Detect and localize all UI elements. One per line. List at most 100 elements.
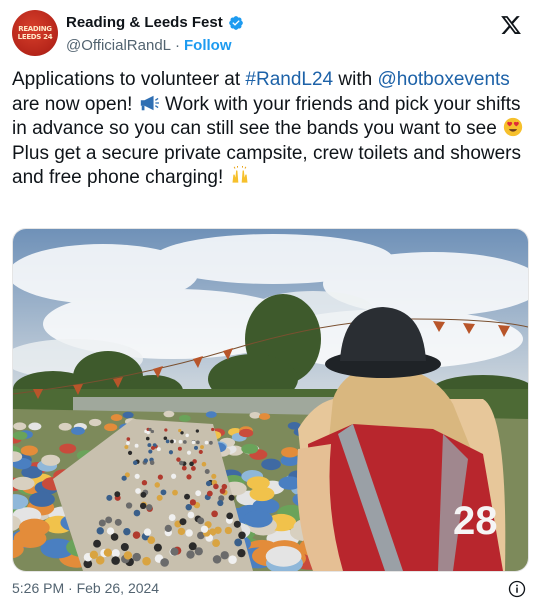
- tent: [281, 447, 299, 458]
- crowd-person: [103, 548, 112, 557]
- crowd-person: [153, 543, 162, 552]
- crowd-person: [212, 539, 221, 548]
- crowd-person: [123, 551, 133, 560]
- crowd-person: [213, 483, 219, 490]
- tweet-text: Applications to volunteer at #RandL24 wi…: [12, 68, 528, 191]
- tweet-text-part-3: are now open!: [12, 93, 138, 115]
- heart-eyes-icon: [503, 117, 523, 137]
- crowd-person: [149, 460, 155, 465]
- crowd-person: [132, 531, 141, 539]
- info-icon[interactable]: [508, 580, 526, 598]
- mention-link[interactable]: @hotboxevents: [377, 69, 509, 90]
- crowd-person: [198, 449, 203, 455]
- handle-separator: ·: [175, 37, 180, 54]
- crowd-person: [134, 443, 139, 448]
- crowd-person: [205, 480, 212, 487]
- vest-number: 28: [453, 499, 498, 543]
- crowd-person: [197, 517, 205, 525]
- crowd-person: [187, 511, 195, 519]
- crowd-person: [139, 502, 147, 510]
- crowd-person: [224, 526, 233, 535]
- crowd-person: [111, 549, 120, 558]
- crowd-person: [160, 489, 167, 496]
- tweet-text-part-5: Plus get a secure private campsite, crew…: [12, 142, 522, 189]
- crowd-person: [126, 441, 130, 445]
- crowd-person: [163, 436, 168, 441]
- avatar[interactable]: READING LEEDS 24: [12, 10, 58, 56]
- crowd-person: [228, 494, 235, 501]
- avatar-text-bottom: LEEDS 24: [17, 33, 53, 41]
- author-handle[interactable]: @OfficialRandL: [66, 37, 171, 54]
- author-name-row: Reading & Leeds Fest: [66, 14, 244, 31]
- crowd-person: [211, 510, 218, 518]
- tweet-timestamp[interactable]: 5:26 PM · Feb 26, 2024: [12, 580, 159, 596]
- crowd-person: [154, 482, 161, 488]
- crowd-person: [181, 465, 187, 471]
- crowd-person: [143, 528, 152, 536]
- x-logo-icon[interactable]: [500, 14, 522, 36]
- crowd-person: [206, 490, 213, 497]
- tent: [28, 422, 42, 431]
- tent: [59, 443, 77, 454]
- crowd-person: [185, 433, 189, 438]
- crowd-person: [157, 474, 163, 480]
- tent: [163, 410, 175, 418]
- crowd-person: [178, 439, 183, 444]
- crowd-person: [186, 550, 195, 559]
- crowd-person: [212, 555, 222, 564]
- crowd-person: [121, 475, 127, 481]
- tweet-text-part-1: Applications to volunteer at: [12, 69, 246, 90]
- crowd-person: [124, 445, 129, 450]
- crowd-person: [164, 524, 172, 533]
- crowd-person: [134, 473, 140, 479]
- crowd-person: [98, 519, 106, 527]
- crowd-person: [209, 440, 213, 445]
- tweet-text-part-2: with: [333, 69, 373, 90]
- crowd-person: [185, 503, 192, 511]
- crowd-person: [168, 514, 176, 521]
- tent: [265, 545, 302, 567]
- crowd-person: [132, 552, 141, 562]
- crowd-person: [184, 493, 191, 500]
- crowd-person: [238, 531, 246, 540]
- crowd-person: [237, 549, 246, 558]
- crowd-person: [204, 440, 209, 445]
- author-handle-row: @OfficialRandL · Follow: [66, 37, 232, 54]
- tent: [58, 422, 72, 431]
- crowd-person: [147, 443, 152, 448]
- crowd-person: [168, 450, 174, 455]
- tent: [104, 423, 118, 432]
- crowd-person: [170, 439, 174, 444]
- tent: [246, 476, 270, 490]
- author-display-name[interactable]: Reading & Leeds Fest: [66, 14, 223, 31]
- crowd-person: [106, 494, 113, 501]
- hashtag-link[interactable]: #RandL24: [245, 69, 333, 90]
- crowd-person: [217, 499, 224, 507]
- tent: [205, 411, 217, 418]
- tent: [29, 491, 55, 507]
- crowd-person: [140, 491, 147, 498]
- crowd-person: [141, 480, 148, 486]
- crowd-person: [89, 550, 99, 559]
- crowd-person: [164, 428, 168, 432]
- crowd-person: [211, 473, 217, 479]
- crowd-person: [195, 440, 200, 445]
- crowd-person: [171, 473, 177, 479]
- tent: [41, 454, 61, 466]
- crowd-person: [135, 488, 141, 494]
- crowd-person: [233, 520, 241, 528]
- crowd-person: [125, 502, 133, 509]
- follow-button[interactable]: Follow: [184, 37, 232, 54]
- crowd-person: [195, 490, 202, 497]
- verified-badge-icon: [228, 15, 243, 30]
- crowd-person: [146, 430, 150, 435]
- crowd-person: [114, 491, 121, 498]
- crowd-person: [170, 547, 179, 556]
- crowd-person: [182, 440, 187, 444]
- tent: [249, 411, 261, 419]
- tent: [13, 422, 27, 431]
- tent: [258, 413, 271, 420]
- crowd-person: [188, 542, 197, 551]
- crowd-person: [133, 509, 141, 517]
- tweet-photo[interactable]: 28: [12, 228, 529, 572]
